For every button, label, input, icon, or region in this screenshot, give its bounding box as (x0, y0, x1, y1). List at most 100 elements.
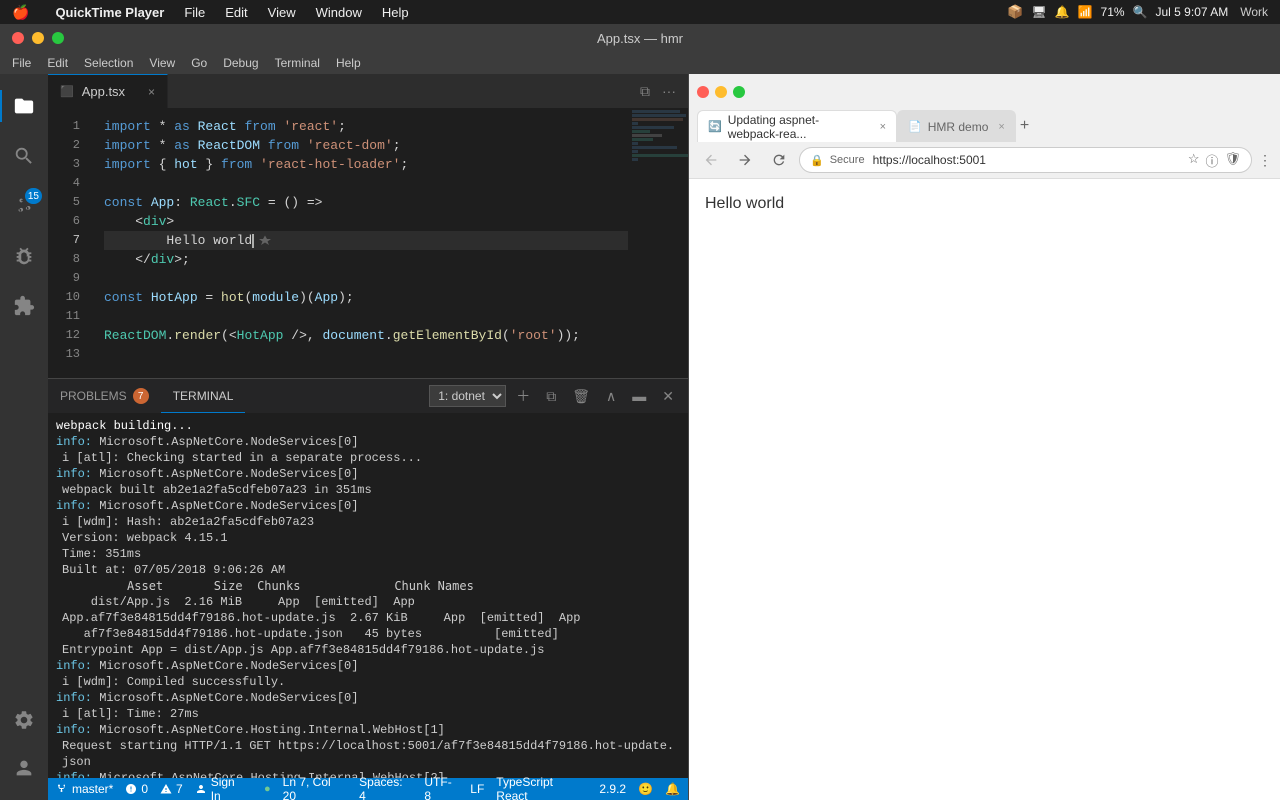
secure-icon: 🔒 (810, 154, 824, 167)
menu-edit-vscode[interactable]: Edit (39, 56, 76, 70)
panel-tab-terminal[interactable]: TERMINAL (161, 379, 246, 413)
browser-back-button[interactable] (697, 146, 725, 174)
browser-tab-active[interactable]: 🔄 Updating aspnet-webpack-rea... × (697, 110, 897, 142)
menu-file-vscode[interactable]: File (4, 56, 39, 70)
code-editor[interactable]: 1 2 3 4 5 6 7 8 9 10 11 12 13 (48, 109, 688, 378)
status-bar: master* 0 7 Sign In ● Ln 7, Col 20 Sp (48, 778, 688, 800)
menu-edit[interactable]: Edit (215, 5, 257, 20)
browser-title-bar (689, 74, 1280, 110)
address-bar-actions: ☆ ⓘ 🛡 (1188, 151, 1241, 170)
menu-selection-vscode[interactable]: Selection (76, 56, 141, 70)
menu-debug-vscode[interactable]: Debug (215, 56, 266, 70)
menu-terminal-vscode[interactable]: Terminal (267, 56, 328, 70)
browser-traffic-lights (697, 86, 745, 98)
maximize-panel-button[interactable]: ∧ (600, 384, 622, 409)
notification-bell[interactable]: 🔔 (665, 782, 680, 796)
live-status: ● (264, 783, 271, 795)
terminal-line: af7f3e84815dd4f79186.hot-update.json 45 … (56, 626, 680, 642)
menu-window[interactable]: Window (306, 5, 372, 20)
browser-tab-close-2[interactable]: × (998, 121, 1004, 133)
line-num-4: 4 (48, 174, 88, 193)
eol[interactable]: LF (470, 782, 484, 796)
tab-filename: App.tsx (82, 84, 125, 99)
terminal-panel: PROBLEMS 7 TERMINAL 1: dotnet ＋ ⧉ (48, 378, 688, 778)
terminal-content[interactable]: webpack building... info: Microsoft.AspN… (48, 414, 688, 778)
activity-account[interactable] (0, 744, 48, 792)
address-bar[interactable]: 🔒 Secure https://localhost:5001 ☆ ⓘ 🛡 (799, 147, 1252, 173)
activity-settings[interactable] (0, 696, 48, 744)
browser-favicon-2: 📄 (908, 120, 922, 133)
language-mode[interactable]: TypeScript React (496, 775, 587, 800)
shield-icon[interactable]: 🛡 (1224, 151, 1241, 170)
info-icon[interactable]: ⓘ (1205, 151, 1218, 170)
activity-extensions[interactable] (0, 282, 48, 330)
terminal-label: TERMINAL (173, 389, 234, 403)
kill-terminal-button[interactable]: 🗑 (566, 384, 596, 409)
new-tab-button[interactable]: + (1020, 117, 1029, 135)
maximize-button[interactable] (52, 32, 64, 44)
activity-search[interactable] (0, 132, 48, 180)
panel-tab-problems[interactable]: PROBLEMS 7 (48, 379, 161, 413)
search-icon[interactable]: 🔍 (1133, 5, 1148, 19)
line-num-12: 12 (48, 326, 88, 345)
menu-view[interactable]: View (258, 5, 306, 20)
editor-and-panel: ⬛ App.tsx × ⧉ ··· 1 2 3 4 (48, 74, 688, 800)
activity-debug[interactable] (0, 232, 48, 280)
browser-close-button[interactable] (697, 86, 709, 98)
menu-help-vscode[interactable]: Help (328, 56, 369, 70)
terminal-line: dist/App.js 2.16 MiB App [emitted] App (56, 594, 680, 610)
menu-file[interactable]: File (174, 5, 215, 20)
close-button[interactable] (12, 32, 24, 44)
tab-close-button[interactable]: × (148, 85, 155, 99)
menu-go-vscode[interactable]: Go (183, 56, 215, 70)
browser-tab-close-1[interactable]: × (880, 121, 886, 133)
layout-button[interactable]: ▬ (626, 384, 652, 408)
minimize-button[interactable] (32, 32, 44, 44)
errors-count[interactable]: 0 (125, 782, 148, 796)
editor-tab-app-tsx[interactable]: ⬛ App.tsx × (48, 74, 168, 108)
warnings-count[interactable]: 7 (160, 782, 183, 796)
code-line-9 (104, 269, 628, 288)
line-num-8: 8 (48, 250, 88, 269)
browser-minimize-button[interactable] (715, 86, 727, 98)
extensions-icon[interactable]: ⋮ (1258, 152, 1272, 169)
code-content[interactable]: import * as React from 'react'; import *… (96, 109, 628, 378)
terminal-line: i [wdm]: Compiled successfully. (56, 674, 680, 690)
menu-help[interactable]: Help (372, 5, 419, 20)
git-branch[interactable]: master* (56, 782, 113, 796)
activity-files[interactable] (0, 82, 48, 130)
emoji-button[interactable]: 🙂 (638, 782, 653, 796)
indentation[interactable]: Spaces: 4 (359, 775, 412, 800)
menu-view-vscode[interactable]: View (141, 56, 183, 70)
cursor-position[interactable]: Ln 7, Col 20 (283, 775, 348, 800)
activity-source-control[interactable]: 15 (0, 182, 48, 230)
terminal-line: Time: 351ms (56, 546, 680, 562)
add-terminal-button[interactable]: ＋ (510, 382, 536, 410)
ts-version[interactable]: 2.9.2 (599, 782, 626, 796)
terminal-selector[interactable]: 1: dotnet (429, 385, 506, 407)
split-editor-button[interactable]: ⧉ (636, 79, 654, 104)
terminal-line: Request starting HTTP/1.1 GET https://lo… (56, 738, 680, 770)
browser-forward-button[interactable] (731, 146, 759, 174)
vscode-window: App.tsx — hmr File Edit Selection View G… (0, 24, 1280, 800)
browser-tab-title-2: HMR demo (928, 120, 989, 134)
close-panel-button[interactable]: ✕ (656, 384, 680, 409)
terminal-line: info: Microsoft.AspNetCore.NodeServices[… (56, 498, 680, 514)
encoding[interactable]: UTF-8 (424, 775, 458, 800)
apple-menu[interactable]: 🍎 (12, 4, 29, 21)
browser-toolbar: 🔒 Secure https://localhost:5001 ☆ ⓘ 🛡 ⋮ (689, 142, 1280, 178)
browser-tab-inactive[interactable]: 📄 HMR demo × (897, 110, 1016, 142)
line-num-9: 9 (48, 269, 88, 288)
browser-refresh-button[interactable] (765, 146, 793, 174)
split-terminal-button[interactable]: ⧉ (540, 384, 562, 409)
vscode-title-bar: App.tsx — hmr (0, 24, 1280, 52)
more-actions-button[interactable]: ··· (658, 79, 680, 103)
line-num-13: 13 (48, 345, 88, 364)
sign-in-button[interactable]: Sign In (195, 775, 248, 800)
line-num-7: 7 (48, 231, 88, 250)
browser-maximize-button[interactable] (733, 86, 745, 98)
bookmark-icon[interactable]: ☆ (1188, 151, 1200, 170)
browser-tab-title-1: Updating aspnet-webpack-rea... (728, 113, 870, 141)
menu-app-name[interactable]: QuickTime Player (45, 5, 174, 20)
code-line-8: </div>; (104, 250, 628, 269)
